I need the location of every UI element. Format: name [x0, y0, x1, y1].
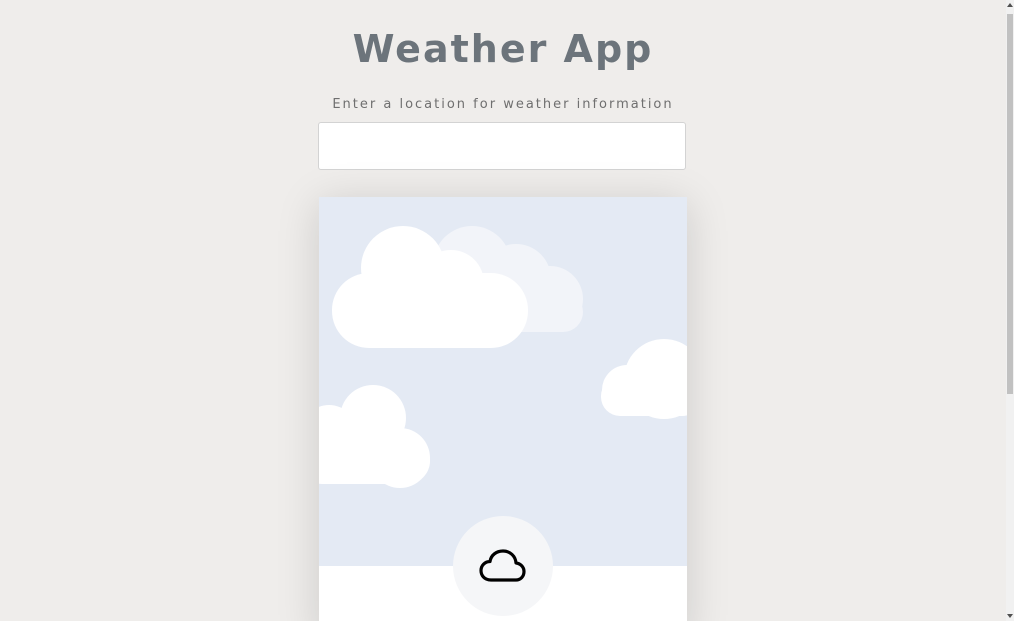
location-prompt-label: Enter a location for weather information [332, 97, 674, 112]
cloud-icon [479, 549, 526, 582]
sky-background [319, 197, 687, 566]
clouds-illustration [319, 226, 687, 488]
location-input[interactable] [318, 122, 686, 170]
right-cloud [601, 339, 687, 419]
weather-card [319, 197, 687, 621]
left-cloud [319, 385, 430, 488]
page-scrollbar[interactable] [1006, 0, 1014, 621]
weather-app-page: Weather App Enter a location for weather… [0, 0, 1014, 621]
scroll-down-arrow-icon[interactable] [1007, 614, 1013, 618]
scrollbar-thumb[interactable] [1007, 14, 1013, 394]
scroll-up-arrow-icon[interactable] [1007, 3, 1013, 7]
page-title: Weather App [352, 27, 654, 71]
weather-condition-badge [453, 516, 553, 616]
